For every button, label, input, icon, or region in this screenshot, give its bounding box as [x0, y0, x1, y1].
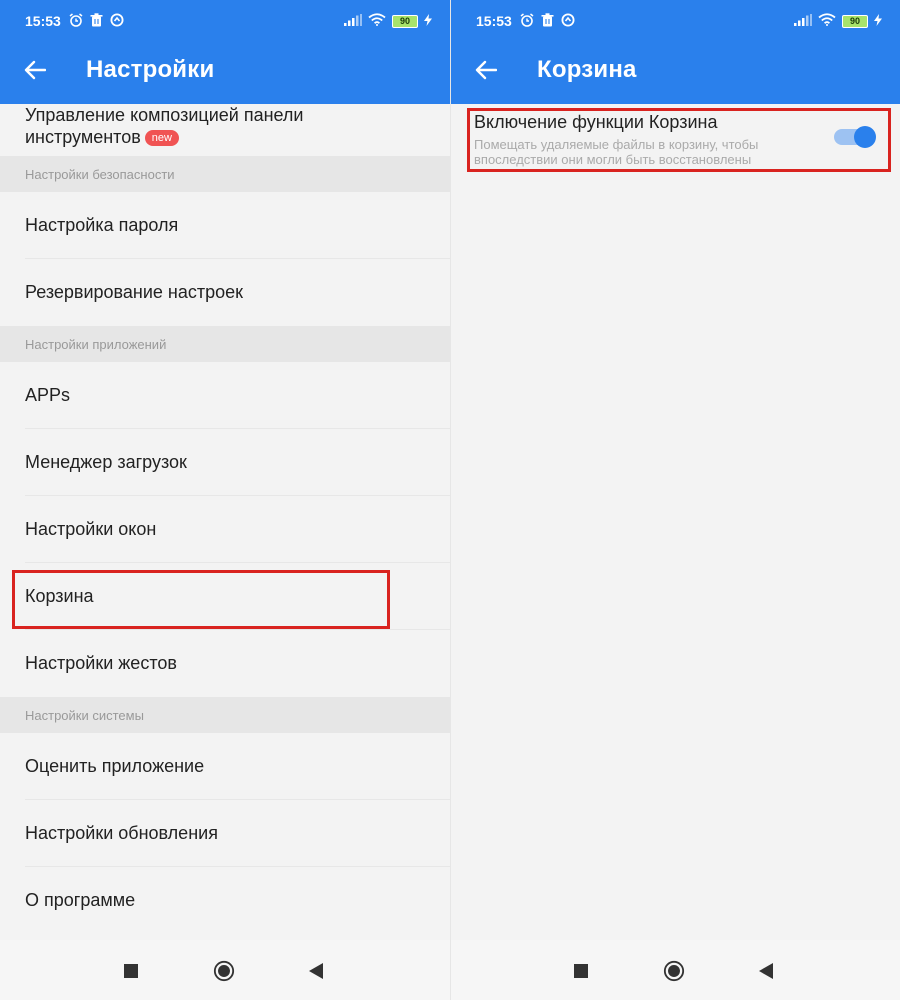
settings-screen: 15:53 90 Настройки Управление композицие…	[0, 0, 450, 1000]
section-header-system: Настройки системы	[0, 697, 450, 733]
battery-icon: 90	[392, 14, 418, 28]
back-arrow-icon[interactable]	[22, 57, 48, 83]
nav-square-icon[interactable]	[120, 960, 142, 982]
nav-back-icon[interactable]	[305, 960, 327, 982]
sync-status-icon	[110, 13, 124, 30]
section-header-security: Настройки безопасности	[0, 156, 450, 192]
charging-icon	[874, 13, 882, 29]
settings-list: Управление композицией панели инструмент…	[0, 104, 450, 934]
list-item-rate[interactable]: Оценить приложение	[0, 733, 450, 800]
list-item-windows[interactable]: Настройки окон	[0, 496, 450, 563]
list-item-updates[interactable]: Настройки обновления	[0, 800, 450, 867]
list-item-backup[interactable]: Резервирование настроек	[0, 259, 450, 326]
toolbar-composition-line1: Управление композицией панели	[25, 105, 304, 125]
title-bar: Настройки	[0, 50, 450, 90]
list-item-toolbar-composition[interactable]: Управление композицией панели инструмент…	[0, 104, 450, 156]
trash-screen: 15:53 90 Корзина Включение функции Корзи…	[451, 0, 900, 1000]
wifi-icon	[368, 13, 386, 29]
signal-icon	[794, 13, 812, 29]
charging-icon	[424, 13, 432, 29]
list-item-apps[interactable]: APPs	[0, 362, 450, 429]
nav-home-icon[interactable]	[213, 960, 235, 982]
list-item-gestures[interactable]: Настройки жестов	[0, 630, 450, 697]
alarm-icon	[69, 12, 83, 30]
section-header-apps: Настройки приложений	[0, 326, 450, 362]
status-time: 15:53	[25, 13, 61, 29]
nav-back-icon[interactable]	[755, 960, 777, 982]
signal-icon	[344, 13, 362, 29]
status-bar: 15:53 90	[476, 10, 882, 32]
system-nav-bar	[451, 940, 900, 1000]
title-bar: Корзина	[451, 50, 900, 90]
page-title: Корзина	[537, 56, 637, 83]
status-bar: 15:53 90	[25, 10, 432, 32]
nav-square-icon[interactable]	[570, 960, 592, 982]
toolbar-composition-line2: инструментов	[25, 127, 141, 147]
app-bar: 15:53 90	[0, 0, 450, 104]
new-badge: new	[144, 130, 179, 146]
trash-status-icon	[90, 12, 103, 30]
list-item-about[interactable]: О программе	[0, 867, 450, 934]
battery-icon: 90	[842, 14, 868, 28]
trash-highlight-box	[12, 570, 390, 629]
list-item-downloads[interactable]: Менеджер загрузок	[0, 429, 450, 496]
alarm-icon	[520, 12, 534, 30]
list-item-password[interactable]: Настройка пароля	[0, 192, 450, 259]
trash-status-icon	[541, 12, 554, 30]
app-bar: 15:53 90	[451, 0, 900, 104]
system-nav-bar	[0, 940, 450, 1000]
sync-status-icon	[561, 13, 575, 30]
status-time: 15:53	[476, 13, 512, 29]
setting-highlight-box	[467, 108, 891, 172]
wifi-icon	[818, 13, 836, 29]
back-arrow-icon[interactable]	[473, 57, 499, 83]
nav-home-icon[interactable]	[663, 960, 685, 982]
page-title: Настройки	[86, 56, 215, 83]
